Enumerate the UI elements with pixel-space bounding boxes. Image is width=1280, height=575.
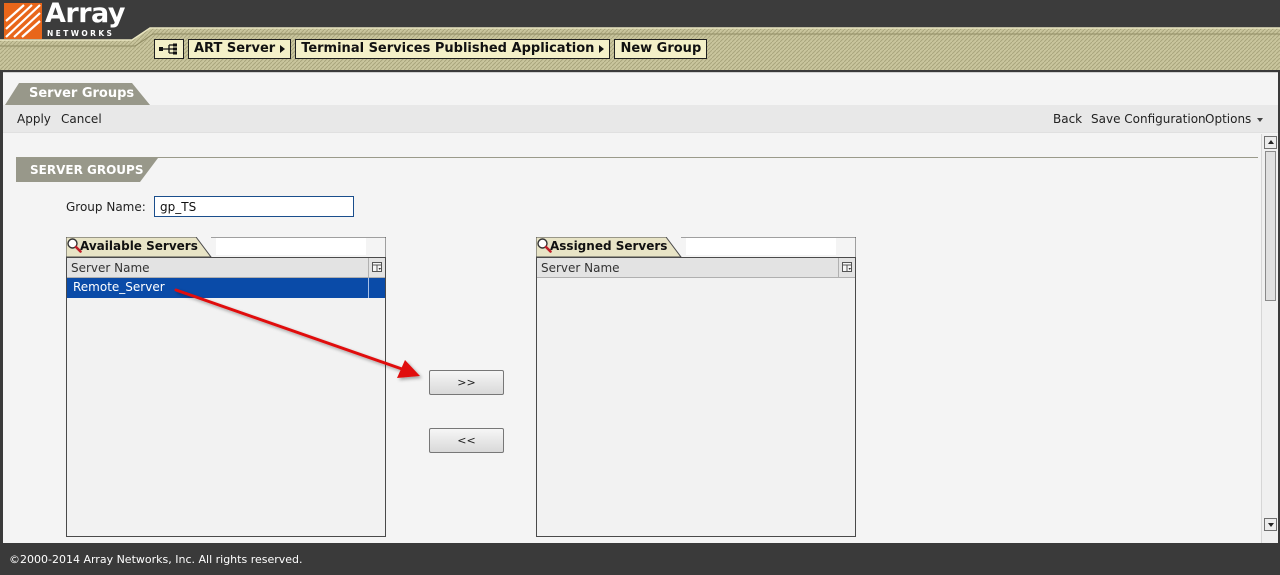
add-server-button[interactable]: >> bbox=[429, 370, 504, 395]
copyright-text: ©2000-2014 Array Networks, Inc. All righ… bbox=[9, 553, 303, 566]
main-panel: Server Groups Apply Cancel Back Save Con… bbox=[3, 72, 1278, 543]
breadcrumb-terminal-services[interactable]: Terminal Services Published Application bbox=[295, 39, 611, 59]
available-servers-title: Available Servers bbox=[80, 239, 198, 253]
assigned-servers-table: Server Name bbox=[536, 257, 856, 537]
back-button[interactable]: Back bbox=[1053, 112, 1082, 126]
save-configuration-button[interactable]: Save Configuration bbox=[1091, 112, 1206, 126]
section-divider bbox=[16, 157, 1258, 158]
section-header: SERVER GROUPS bbox=[16, 158, 158, 182]
column-chooser-icon[interactable] bbox=[842, 262, 852, 272]
page-title-tab: Server Groups bbox=[5, 83, 150, 105]
column-separator bbox=[368, 278, 369, 298]
breadcrumb: ART Server Terminal Services Published A… bbox=[154, 39, 708, 59]
array-networks-logo: Array NETWORKS bbox=[0, 0, 150, 44]
section-title: SERVER GROUPS bbox=[30, 163, 144, 177]
network-tree-icon bbox=[159, 43, 177, 55]
options-menu-button[interactable]: Options bbox=[1205, 112, 1264, 126]
toolbar: Apply Cancel Back Save Configuration Opt… bbox=[3, 105, 1278, 133]
cancel-button[interactable]: Cancel bbox=[61, 112, 102, 126]
breadcrumb-arrow-icon bbox=[599, 45, 605, 53]
column-chooser-icon[interactable] bbox=[372, 262, 382, 272]
top-bar: Array NETWORKS ART Server Terminal Servi… bbox=[0, 0, 1280, 70]
logo-word: Array bbox=[45, 0, 126, 29]
apply-button[interactable]: Apply bbox=[17, 112, 51, 126]
column-header-label: Server Name bbox=[541, 261, 620, 275]
column-header-label: Server Name bbox=[71, 261, 150, 275]
scroll-up-arrow-icon[interactable] bbox=[1264, 136, 1277, 149]
breadcrumb-new-group[interactable]: New Group bbox=[614, 39, 708, 59]
table-row[interactable]: Remote_Server bbox=[67, 278, 385, 298]
server-name-cell: Remote_Server bbox=[73, 280, 165, 294]
group-name-label: Group Name: bbox=[66, 200, 146, 214]
available-servers-table: Server Name Remote_Server bbox=[66, 257, 386, 537]
breadcrumb-label: Terminal Services Published Application bbox=[301, 41, 595, 56]
content-area: SERVER GROUPS Group Name: Available Serv… bbox=[3, 134, 1261, 543]
assigned-servers-header: Assigned Servers bbox=[536, 237, 856, 257]
assigned-servers-search-input[interactable] bbox=[686, 238, 836, 255]
column-separator bbox=[838, 258, 839, 278]
caret-down-icon bbox=[1257, 117, 1264, 122]
scrollbar-thumb[interactable] bbox=[1265, 151, 1276, 301]
available-servers-header: Available Servers bbox=[66, 237, 386, 257]
search-icon[interactable] bbox=[536, 237, 552, 253]
breadcrumb-art-server[interactable]: ART Server bbox=[188, 39, 292, 59]
breadcrumb-arrow-icon bbox=[280, 45, 286, 53]
column-separator bbox=[368, 258, 369, 278]
assigned-servers-title: Assigned Servers bbox=[550, 239, 668, 253]
assigned-servers-list: Assigned Servers Server Name bbox=[536, 237, 856, 537]
column-header-server-name[interactable]: Server Name bbox=[67, 258, 385, 278]
scroll-down-arrow-icon[interactable] bbox=[1264, 518, 1277, 531]
group-name-input[interactable] bbox=[154, 196, 354, 217]
breadcrumb-label: ART Server bbox=[194, 41, 276, 56]
logo-mark-icon bbox=[4, 3, 42, 39]
remove-server-button[interactable]: << bbox=[429, 428, 504, 453]
logo-subtitle: NETWORKS bbox=[47, 29, 115, 38]
breadcrumb-label: New Group bbox=[620, 41, 702, 56]
available-servers-search-input[interactable] bbox=[216, 238, 366, 255]
column-header-server-name[interactable]: Server Name bbox=[537, 258, 855, 278]
vertical-scrollbar[interactable] bbox=[1261, 134, 1278, 543]
options-label: Options bbox=[1205, 112, 1252, 126]
search-icon[interactable] bbox=[66, 237, 82, 253]
breadcrumb-home[interactable] bbox=[154, 39, 184, 59]
page-title: Server Groups bbox=[29, 86, 135, 101]
footer: ©2000-2014 Array Networks, Inc. All righ… bbox=[0, 543, 1280, 575]
available-servers-list: Available Servers Server Name Remote_Ser… bbox=[66, 237, 386, 537]
